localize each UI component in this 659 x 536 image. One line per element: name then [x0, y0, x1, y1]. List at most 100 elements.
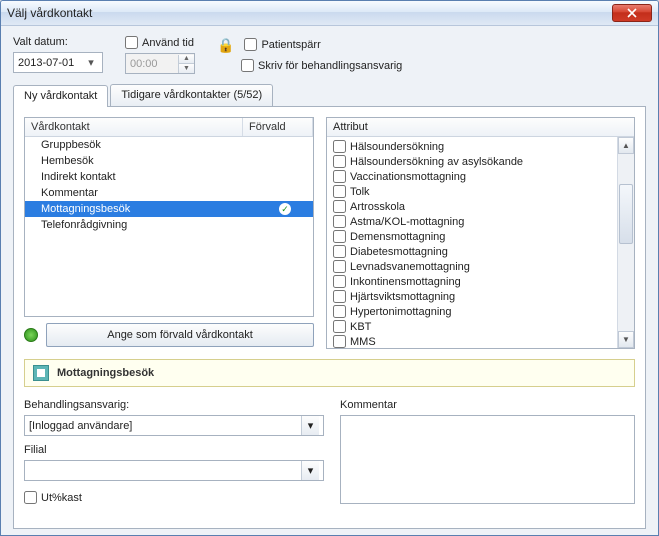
tab-new-contact[interactable]: Ny vårdkontakt [13, 85, 108, 107]
date-column: Valt datum: 2013-07-01 ▾ [13, 36, 103, 73]
tabset: Ny vårdkontakt Tidigare vårdkontakter (5… [13, 84, 646, 529]
attribute-item[interactable]: Hjärtsviktsmottagning [327, 289, 617, 304]
attribute-item[interactable]: KBT [327, 319, 617, 334]
attribute-header[interactable]: Attribut [327, 118, 634, 137]
default-indicator-icon [24, 328, 38, 342]
header-default[interactable]: Förvald [243, 118, 313, 136]
attribute-label: Hypertonimottagning [350, 306, 452, 318]
attribute-checkbox[interactable] [333, 275, 346, 288]
list-item[interactable]: Kommentar✓ [25, 185, 313, 201]
attribute-checkbox[interactable] [333, 335, 346, 348]
dialog-body: Valt datum: 2013-07-01 ▾ Använd tid 00:0… [1, 26, 658, 536]
set-default-button[interactable]: Ange som förvald vårdkontakt [46, 323, 314, 347]
list-item-label: Mottagningsbesök [41, 203, 130, 215]
list-item-label: Indirekt kontakt [41, 171, 116, 183]
contact-listbox: Vårdkontakt Förvald Gruppbesök✓Hembesök✓… [24, 117, 314, 317]
document-icon [33, 365, 49, 381]
selected-contact-banner: Mottagningsbesök [24, 359, 635, 387]
comment-textarea[interactable] [340, 415, 635, 504]
chevron-down-icon: ▾ [301, 416, 319, 435]
attribute-item[interactable]: Inkontinensmottagning [327, 274, 617, 289]
scroll-thumb[interactable] [619, 184, 633, 244]
top-controls: Valt datum: 2013-07-01 ▾ Använd tid 00:0… [13, 36, 646, 74]
attribute-checkbox[interactable] [333, 320, 346, 333]
utkast-input[interactable] [24, 491, 37, 504]
list-item[interactable]: Mottagningsbesök ✓ [25, 201, 313, 217]
attribute-label: Hjärtsviktsmottagning [350, 291, 455, 303]
attribute-checkbox[interactable] [333, 230, 346, 243]
responsible-combo[interactable]: [Inloggad användare] ▾ [24, 415, 324, 436]
attribute-item[interactable]: Astma/KOL-mottagning [327, 214, 617, 229]
bottom-form: Behandlingsansvarig: [Inloggad användare… [24, 399, 635, 504]
utkast-checkbox[interactable]: Ut%kast [24, 491, 324, 504]
spinner-buttons: ▲ ▼ [178, 55, 194, 73]
list-item[interactable]: Hembesök✓ [25, 153, 313, 169]
close-icon [627, 8, 637, 18]
attribute-item[interactable]: Hälsoundersökning [327, 139, 617, 154]
attribute-label: Artrosskola [350, 201, 405, 213]
list-item[interactable]: Indirekt kontakt✓ [25, 169, 313, 185]
patient-lock-checkbox[interactable]: Patientspärr [244, 38, 320, 51]
contact-list-header: Vårdkontakt Förvald [25, 118, 313, 137]
spinner-up[interactable]: ▲ [178, 55, 194, 64]
spinner-down[interactable]: ▼ [178, 64, 194, 73]
attribute-checkbox[interactable] [333, 260, 346, 273]
attribute-item[interactable]: Tolk [327, 184, 617, 199]
scroll-up-icon[interactable]: ▲ [618, 137, 634, 154]
scroll-track[interactable] [618, 154, 634, 331]
titlebar: Välj vårdkontakt [1, 1, 658, 26]
contact-items: Gruppbesök✓Hembesök✓Indirekt kontakt✓Kom… [25, 137, 313, 316]
time-value: 00:00 [130, 58, 158, 70]
list-item[interactable]: Telefonrådgivning✓ [25, 217, 313, 233]
attribute-item[interactable]: Hälsoundersökning av asylsökande [327, 154, 617, 169]
attribute-items: HälsoundersökningHälsoundersökning av as… [327, 137, 617, 348]
attribute-item[interactable]: Vaccinationsmottagning [327, 169, 617, 184]
skriv-label: Skriv för behandlingsansvarig [258, 60, 402, 72]
use-time-input[interactable] [125, 36, 138, 49]
list-item[interactable]: Gruppbesök✓ [25, 137, 313, 153]
attribute-label: KBT [350, 321, 371, 333]
attribute-item[interactable]: Artrosskola [327, 199, 617, 214]
date-picker[interactable]: 2013-07-01 ▾ [13, 52, 103, 73]
attribute-label: Levnadsvanemottagning [350, 261, 470, 273]
bottom-right: Kommentar [340, 399, 635, 504]
attribute-checkbox[interactable] [333, 185, 346, 198]
list-item-label: Hembesök [41, 155, 94, 167]
chevron-down-icon: ▾ [84, 56, 98, 70]
scroll-down-icon[interactable]: ▼ [618, 331, 634, 348]
attribute-item[interactable]: Diabetesmottagning [327, 244, 617, 259]
use-time-label: Använd tid [142, 37, 194, 49]
attribute-checkbox[interactable] [333, 200, 346, 213]
check-icon: ✓ [279, 203, 291, 215]
selected-contact-label: Mottagningsbesök [57, 367, 154, 379]
attribute-item[interactable]: Hypertonimottagning [327, 304, 617, 319]
attribute-checkbox[interactable] [333, 305, 346, 318]
attribute-checkbox[interactable] [333, 140, 346, 153]
dialog-window: Välj vårdkontakt Valt datum: 2013-07-01 … [0, 0, 659, 536]
comment-label: Kommentar [340, 399, 635, 411]
attribute-label: Hälsoundersökning [350, 141, 444, 153]
use-time-checkbox[interactable]: Använd tid [125, 36, 195, 49]
time-column: Använd tid 00:00 ▲ ▼ [125, 36, 195, 74]
attribute-label: Astma/KOL-mottagning [350, 216, 464, 228]
close-button[interactable] [612, 4, 652, 22]
tabstrip: Ny vårdkontakt Tidigare vårdkontakter (5… [13, 84, 646, 106]
header-contact[interactable]: Vårdkontakt [25, 118, 243, 136]
patient-lock-input[interactable] [244, 38, 257, 51]
attribute-checkbox[interactable] [333, 170, 346, 183]
attribute-checkbox[interactable] [333, 215, 346, 228]
skriv-checkbox[interactable]: Skriv för behandlingsansvarig [241, 59, 402, 72]
tab-previous-contacts[interactable]: Tidigare vårdkontakter (5/52) [110, 84, 273, 106]
vertical-scrollbar[interactable]: ▲ ▼ [617, 137, 634, 348]
attribute-checkbox[interactable] [333, 290, 346, 303]
skriv-input[interactable] [241, 59, 254, 72]
attribute-item[interactable]: MMS [327, 334, 617, 348]
filial-combo[interactable]: ▾ [24, 460, 324, 481]
attribute-checkbox[interactable] [333, 245, 346, 258]
attribute-checkbox[interactable] [333, 155, 346, 168]
attribute-label: Inkontinensmottagning [350, 276, 461, 288]
date-label: Valt datum: [13, 36, 103, 48]
attribute-item[interactable]: Levnadsvanemottagning [327, 259, 617, 274]
time-spinner[interactable]: 00:00 ▲ ▼ [125, 53, 195, 74]
attribute-item[interactable]: Demensmottagning [327, 229, 617, 244]
